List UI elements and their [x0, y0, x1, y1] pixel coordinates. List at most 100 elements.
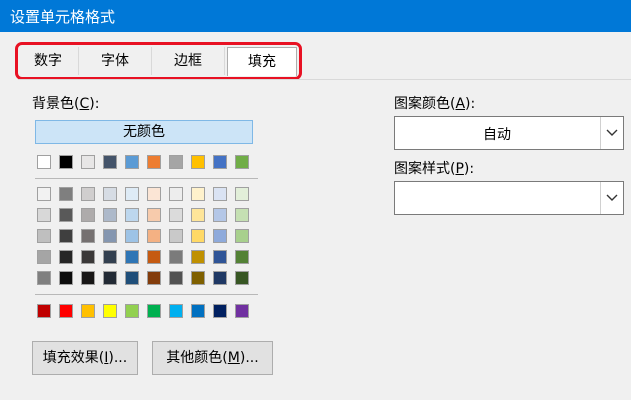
palette-separator: [35, 294, 258, 295]
color-swatch[interactable]: [59, 208, 73, 222]
pattern-style-label: 图案样式(P):: [394, 161, 475, 177]
pattern-color-label: 图案颜色(A):: [394, 96, 476, 112]
chevron-down-icon[interactable]: [600, 117, 623, 149]
color-swatch[interactable]: [81, 155, 95, 169]
color-swatch[interactable]: [169, 208, 183, 222]
color-swatch[interactable]: [147, 155, 161, 169]
color-swatch[interactable]: [125, 250, 139, 264]
color-swatch[interactable]: [191, 250, 205, 264]
button-label: 其他颜色: [166, 350, 223, 366]
color-swatch[interactable]: [37, 208, 51, 222]
color-swatch[interactable]: [191, 304, 205, 318]
color-swatch[interactable]: [147, 187, 161, 201]
color-swatch[interactable]: [103, 271, 117, 285]
color-swatch[interactable]: [59, 250, 73, 264]
color-swatch[interactable]: [235, 187, 249, 201]
color-swatch[interactable]: [235, 250, 249, 264]
color-swatch[interactable]: [81, 304, 95, 318]
color-swatch[interactable]: [81, 229, 95, 243]
tabs-highlight-box: [15, 42, 302, 80]
color-swatch[interactable]: [235, 271, 249, 285]
color-swatch[interactable]: [235, 229, 249, 243]
color-swatch[interactable]: [103, 187, 117, 201]
color-swatch[interactable]: [59, 187, 73, 201]
color-swatch[interactable]: [169, 187, 183, 201]
more-colors-button[interactable]: 其他颜色(M)...: [152, 341, 273, 375]
color-swatch[interactable]: [37, 229, 51, 243]
pattern-color-select[interactable]: 自动: [394, 116, 624, 150]
color-swatch[interactable]: [125, 271, 139, 285]
palette-separator: [35, 178, 258, 179]
color-swatch[interactable]: [103, 304, 117, 318]
color-swatch[interactable]: [191, 187, 205, 201]
background-color-label: 背景色(C):: [32, 96, 100, 112]
color-swatch[interactable]: [235, 304, 249, 318]
color-swatch[interactable]: [191, 229, 205, 243]
color-swatch[interactable]: [169, 229, 183, 243]
color-swatch[interactable]: [125, 187, 139, 201]
color-swatch[interactable]: [147, 271, 161, 285]
color-swatch[interactable]: [169, 250, 183, 264]
color-swatch[interactable]: [81, 250, 95, 264]
color-swatch[interactable]: [81, 271, 95, 285]
no-color-button[interactable]: 无颜色: [35, 120, 253, 144]
label-text: 图案颜色: [394, 96, 450, 112]
color-swatch[interactable]: [59, 304, 73, 318]
color-swatch[interactable]: [103, 208, 117, 222]
mnemonic: C: [79, 96, 90, 112]
color-swatch[interactable]: [147, 304, 161, 318]
tab-panel-border: [18, 79, 631, 80]
ellipsis: ...: [245, 350, 259, 366]
mnemonic: A: [455, 96, 466, 112]
color-swatch[interactable]: [37, 187, 51, 201]
color-swatch[interactable]: [213, 155, 227, 169]
color-swatch[interactable]: [147, 250, 161, 264]
color-swatch[interactable]: [191, 155, 205, 169]
color-swatch[interactable]: [169, 155, 183, 169]
ellipsis: ...: [113, 350, 128, 366]
fill-effects-button[interactable]: 填充效果(I)...: [32, 341, 138, 375]
color-swatch[interactable]: [213, 208, 227, 222]
color-swatch[interactable]: [147, 229, 161, 243]
color-swatch[interactable]: [37, 271, 51, 285]
color-swatch[interactable]: [37, 304, 51, 318]
color-swatch[interactable]: [81, 187, 95, 201]
color-swatch[interactable]: [103, 250, 117, 264]
color-swatch[interactable]: [59, 229, 73, 243]
color-swatch[interactable]: [191, 208, 205, 222]
color-swatch[interactable]: [125, 208, 139, 222]
color-swatch[interactable]: [37, 250, 51, 264]
chevron-down-icon[interactable]: [600, 182, 623, 214]
color-swatch[interactable]: [213, 187, 227, 201]
color-swatch[interactable]: [213, 304, 227, 318]
color-swatch[interactable]: [59, 155, 73, 169]
color-swatch[interactable]: [125, 229, 139, 243]
color-swatch[interactable]: [125, 155, 139, 169]
color-swatch[interactable]: [235, 155, 249, 169]
color-swatch[interactable]: [213, 271, 227, 285]
pattern-color-value: 自动: [483, 127, 511, 143]
color-swatch[interactable]: [169, 304, 183, 318]
title-bar: 设置单元格格式: [0, 0, 631, 32]
mnemonic: I: [104, 350, 109, 366]
color-swatch[interactable]: [213, 229, 227, 243]
mnemonic: P: [455, 161, 464, 177]
color-swatch[interactable]: [103, 229, 117, 243]
color-swatch[interactable]: [147, 208, 161, 222]
color-swatch[interactable]: [37, 155, 51, 169]
color-swatch[interactable]: [169, 271, 183, 285]
color-swatch[interactable]: [235, 208, 249, 222]
color-swatch[interactable]: [191, 271, 205, 285]
color-swatch[interactable]: [125, 304, 139, 318]
color-swatch[interactable]: [59, 271, 73, 285]
pattern-style-select[interactable]: [394, 181, 624, 215]
button-label: 填充效果: [42, 350, 99, 366]
label-text: 图案样式: [394, 161, 450, 177]
color-swatch[interactable]: [103, 155, 117, 169]
label-text: 背景色: [32, 96, 74, 112]
no-color-label: 无颜色: [123, 124, 165, 140]
mnemonic: M: [227, 350, 240, 366]
color-swatch[interactable]: [213, 250, 227, 264]
color-swatch[interactable]: [81, 208, 95, 222]
window-title: 设置单元格格式: [10, 8, 116, 26]
